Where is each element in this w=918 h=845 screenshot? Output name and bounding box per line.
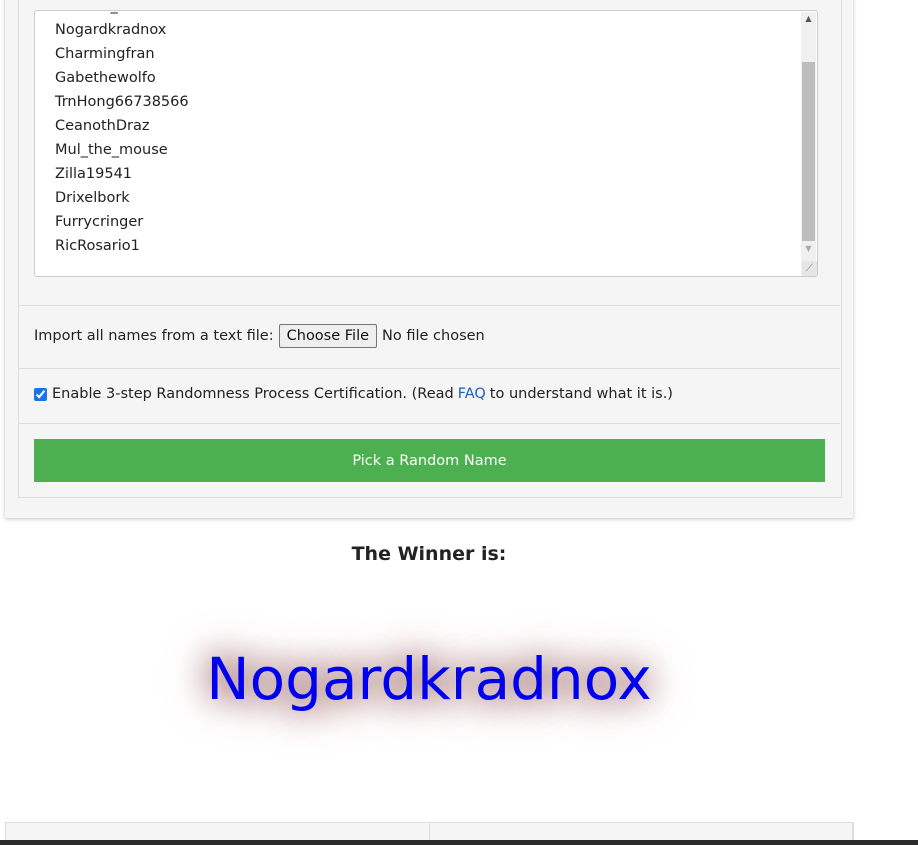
name-entry: Charmingfran <box>55 46 155 62</box>
scroll-down-arrow-icon[interactable]: ▼ <box>801 242 816 256</box>
choose-file-button[interactable]: Choose File <box>278 324 378 348</box>
winner-label: The Winner is: <box>351 543 507 565</box>
winner-name: Nogardkradnox <box>206 645 652 713</box>
scrollbar-thumb[interactable] <box>802 62 815 241</box>
name-entry: Furrycringer <box>55 214 144 230</box>
name-entry: TrnHong66738566 <box>55 94 189 110</box>
import-label: Import all names from a text file: <box>34 328 274 344</box>
certification-checkbox[interactable] <box>34 387 47 401</box>
divider <box>19 368 840 369</box>
name-entry: Michael_kuouno <box>55 11 189 18</box>
certification-text: Enable 3-step Randomness Process Certifi… <box>52 386 454 402</box>
scrollbar[interactable]: ▲ ▼ <box>801 12 816 275</box>
names-textarea[interactable]: Michael_kuouno Nogardkradnox Charmingfran G… <box>34 10 818 277</box>
certification-row: Enable 3-step Randomness Process Certifi… <box>34 386 673 402</box>
name-entry: Drixelbork <box>55 190 130 206</box>
resize-grip-icon[interactable]: ⟋ <box>802 261 817 276</box>
name-entry: Gabethewolfo <box>55 70 156 86</box>
name-entry: Nogardkradnox <box>55 22 167 38</box>
import-row: Import all names from a text file: Choos… <box>34 324 485 348</box>
name-entry: CeanothDraz <box>55 118 150 134</box>
name-entry: Zilla19541 <box>55 166 133 182</box>
name-entry: RicRosario1 <box>55 238 140 254</box>
divider <box>19 423 840 424</box>
bottom-bar <box>0 840 918 845</box>
names-list: Michael_kuouno Nogardkradnox Charmingfran G… <box>55 11 189 258</box>
divider <box>19 305 840 306</box>
pick-random-name-button[interactable]: Pick a Random Name <box>34 439 825 482</box>
name-picker-panel: Michael_kuouno Nogardkradnox Charmingfran G… <box>5 0 853 518</box>
file-status: No file chosen <box>382 328 485 344</box>
scroll-up-arrow-icon[interactable]: ▲ <box>801 12 816 26</box>
name-entry: Mul_the_mouse <box>55 142 168 158</box>
certification-text-after: to understand what it is.) <box>489 386 673 402</box>
faq-link[interactable]: FAQ <box>458 386 486 402</box>
